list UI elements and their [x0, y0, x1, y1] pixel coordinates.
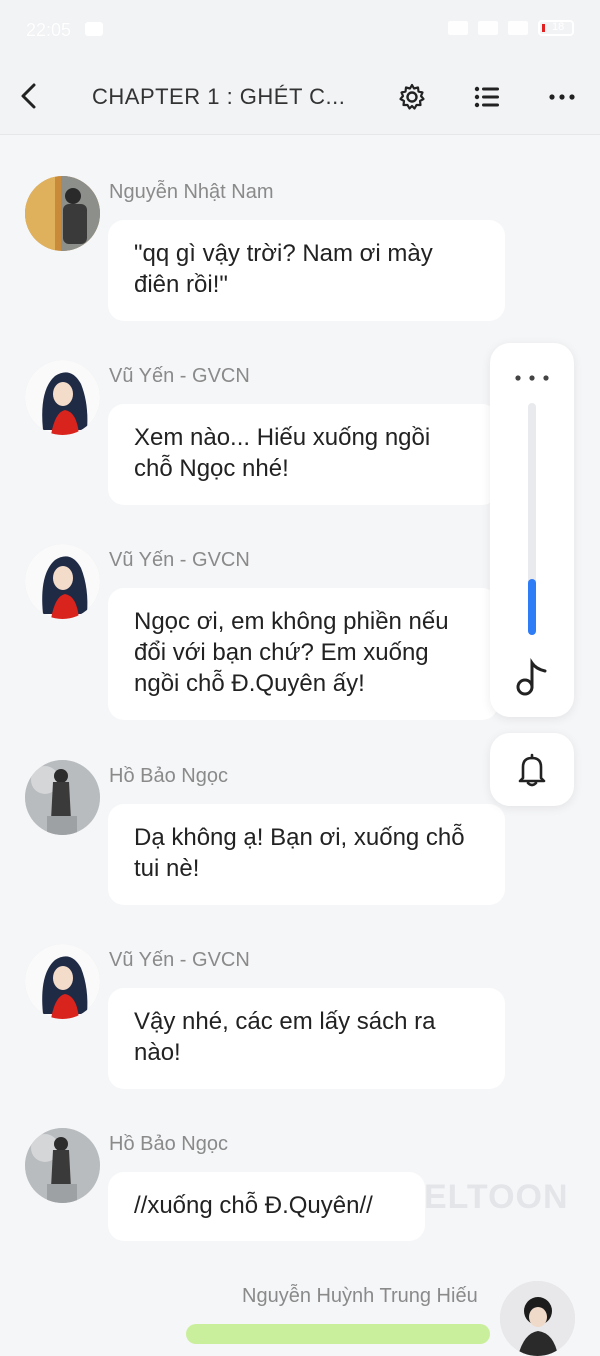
notification-icon — [85, 22, 103, 36]
avatar-photo — [25, 760, 100, 835]
battery-level — [542, 24, 545, 32]
avatar[interactable] — [500, 1281, 575, 1356]
message-bubble: Dạ không ạ! Bạn ơi, xuống chỗ tui nè! — [108, 804, 505, 905]
signal-icon — [448, 21, 468, 35]
sender-name: Vũ Yến - GVCN — [109, 365, 250, 387]
more-dots-icon — [549, 94, 575, 100]
battery-percent: 18 — [552, 21, 565, 33]
watermark-logo: ELTOON — [424, 1178, 569, 1216]
notification-button[interactable] — [490, 733, 574, 806]
more-dots-icon[interactable] — [514, 373, 550, 383]
top-app-bar: CHAPTER 1 : GHÉT C... — [0, 62, 600, 135]
avatar[interactable] — [25, 944, 100, 1019]
chapter-list-button[interactable] — [470, 80, 504, 114]
message-bubble — [186, 1324, 490, 1344]
sender-name: Vũ Yến - GVCN — [109, 949, 250, 971]
wifi-icon — [478, 21, 498, 35]
more-options-button[interactable] — [545, 80, 579, 114]
avatar-illustration — [25, 544, 100, 619]
network-icon — [508, 21, 528, 35]
avatar[interactable] — [25, 1128, 100, 1203]
avatar-photo — [25, 176, 100, 251]
page-title: CHAPTER 1 : GHÉT C... — [92, 84, 346, 109]
list-icon — [474, 86, 499, 108]
message-bubble: Xem nào... Hiếu xuống ngồi chỗ Ngọc nhé! — [108, 404, 498, 505]
status-bar: 22:05 18 — [0, 0, 600, 62]
back-button[interactable] — [14, 80, 46, 112]
avatar-photo — [500, 1281, 575, 1356]
avatar[interactable] — [25, 176, 100, 251]
sender-name: Nguyễn Nhật Nam — [109, 181, 274, 203]
slider-fill — [528, 579, 536, 635]
music-note-icon[interactable] — [514, 657, 550, 697]
status-icons: 18 — [448, 20, 574, 36]
message-bubble: "qq gì vậy trời? Nam ơi mày điên rồi!" — [108, 220, 505, 321]
message-bubble: Vậy nhé, các em lấy sách ra nào! — [108, 988, 505, 1089]
battery-icon: 18 — [538, 20, 574, 36]
message-bubble: //xuống chỗ Đ.Quyên// — [108, 1172, 425, 1241]
gear-icon — [399, 83, 425, 110]
avatar[interactable] — [25, 544, 100, 619]
status-time: 22:05 — [26, 20, 72, 40]
reader-side-panel — [490, 343, 574, 717]
bell-icon — [518, 753, 546, 786]
avatar-illustration — [25, 360, 100, 435]
sender-name: Nguyễn Huỳnh Trung Hiếu — [242, 1285, 478, 1307]
avatar[interactable] — [25, 760, 100, 835]
settings-button[interactable] — [395, 80, 429, 114]
avatar[interactable] — [25, 360, 100, 435]
message-bubble: Ngọc ơi, em không phiền nếu đổi với bạn … — [108, 588, 498, 720]
avatar-illustration — [25, 944, 100, 1019]
back-arrow-icon — [21, 83, 36, 109]
sender-name: Hồ Bảo Ngọc — [109, 1133, 228, 1155]
avatar-photo — [25, 1128, 100, 1203]
sender-name: Vũ Yến - GVCN — [109, 549, 250, 571]
sender-name: Hồ Bảo Ngọc — [109, 765, 228, 787]
auto-scroll-slider[interactable] — [528, 403, 536, 635]
